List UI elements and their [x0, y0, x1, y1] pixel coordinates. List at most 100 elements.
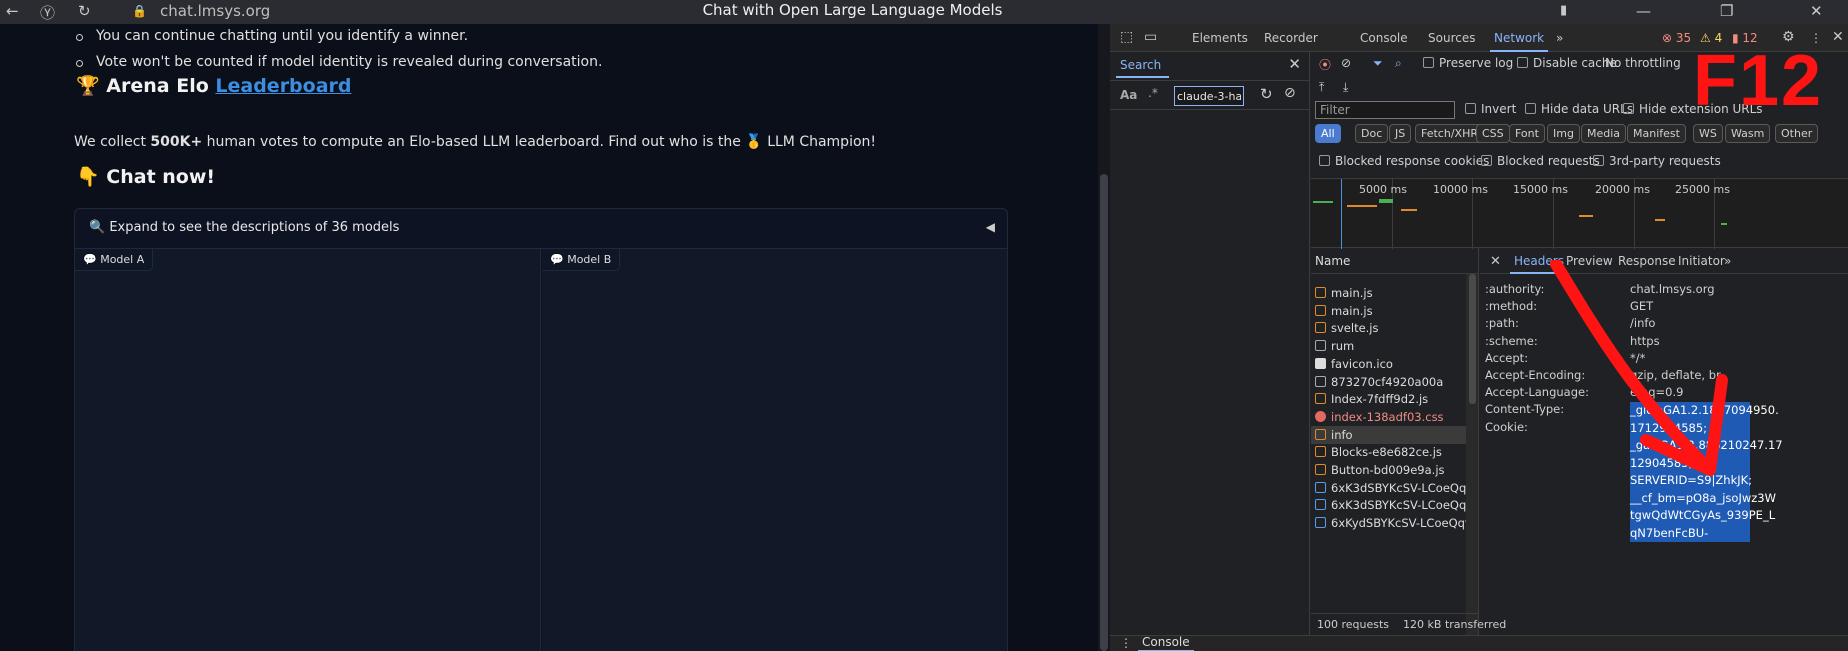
error-icon	[1315, 410, 1326, 422]
type-filter-fetch[interactable]: Fetch/XHR	[1415, 124, 1484, 143]
drawer-menu-icon[interactable]: ⋮	[1120, 636, 1132, 650]
invert-checkbox[interactable]: Invert	[1465, 102, 1516, 116]
request-row[interactable]: Blocks-e8e682ce.js	[1311, 443, 1466, 461]
bookmark-icon[interactable]: ▮	[1560, 3, 1567, 18]
tab-network[interactable]: Network	[1489, 31, 1549, 52]
disable-cache-checkbox[interactable]: Disable cache	[1517, 56, 1617, 70]
trophy-icon: 🏆	[76, 75, 100, 97]
request-row[interactable]: Button-bd009e9a.js	[1311, 461, 1466, 479]
header-key: :path:	[1485, 316, 1519, 331]
request-row[interactable]: svelte.js	[1311, 319, 1466, 337]
intro-paragraph: We collect 500K+ human votes to compute …	[74, 134, 877, 150]
request-row[interactable]: Index-7fdff9d2.js	[1311, 390, 1466, 408]
third-party-checkbox[interactable]: 3rd-party requests	[1593, 154, 1721, 168]
file-icon	[1315, 464, 1326, 475]
leaderboard-link[interactable]: Leaderboard	[215, 75, 351, 97]
name-column-header[interactable]: Name	[1311, 248, 1478, 274]
type-filter-doc[interactable]: Doc	[1355, 124, 1389, 143]
import-har-icon[interactable]: ⤒	[1319, 80, 1324, 95]
request-name: favicon.ico	[1331, 356, 1393, 371]
search-row: Aa .* ↻ ⊘	[1110, 80, 1310, 110]
tab-elements[interactable]: Elements	[1192, 31, 1248, 45]
regex-button[interactable]: .*	[1148, 86, 1158, 100]
record-icon[interactable]: ⦿	[1319, 56, 1331, 73]
status-bar: 100 requests 120 kB transferred	[1311, 613, 1506, 635]
console-drawer-tab[interactable]: Console	[1138, 635, 1194, 651]
filter-input[interactable]: Filter	[1315, 101, 1455, 119]
request-row[interactable]: rum	[1311, 337, 1466, 355]
search-tab[interactable]: Search	[1115, 58, 1170, 78]
request-row[interactable]: info	[1311, 425, 1466, 444]
search-drawer: Search ✕ Aa .* ↻ ⊘	[1110, 52, 1310, 635]
header-key: :authority:	[1485, 282, 1545, 296]
request-row[interactable]: 6xK3dSBYKcSV-LCoeQqfX1...	[1311, 479, 1466, 497]
hide-data-urls-checkbox[interactable]: Hide data URLs	[1525, 102, 1633, 116]
request-name: Button-bd009e9a.js	[1331, 463, 1445, 477]
type-filter-wasm[interactable]: Wasm	[1725, 124, 1771, 143]
tab-recorder[interactable]: Recorder	[1264, 31, 1318, 45]
match-case-button[interactable]: Aa	[1120, 88, 1137, 102]
timeline-label: 25000 ms	[1675, 183, 1730, 196]
request-name: info	[1331, 427, 1353, 442]
scroll-thumb[interactable]	[1100, 174, 1108, 651]
more-tabs-icon[interactable]: »	[1556, 31, 1563, 45]
collapse-triangle-icon[interactable]: ◀	[986, 220, 995, 234]
request-row[interactable]: 6xKydSBYKcSV-LCoeQqfX1R...	[1311, 514, 1466, 532]
error-badge[interactable]: ⊗ 35	[1662, 31, 1691, 45]
font-file-icon	[1315, 481, 1326, 493]
request-row[interactable]: 873270cf4920a00a	[1311, 373, 1466, 391]
request-name: 6xK3dSBYKcSV-LCoeQqfX1...	[1331, 480, 1466, 495]
accordion-header[interactable]: 🔍 Expand to see the descriptions of 36 m…	[75, 209, 1007, 249]
search-input[interactable]	[1174, 86, 1244, 106]
request-row[interactable]: main.js	[1311, 302, 1466, 320]
request-row[interactable]: 6xK3dSBYKcSV-LCoeQqfX1...	[1311, 496, 1466, 514]
throttling-select[interactable]: No throttling	[1605, 56, 1681, 70]
clear-log-icon[interactable]: ⊘	[1341, 56, 1351, 70]
search-network-icon[interactable]: ⌕	[1395, 56, 1402, 71]
close-detail-icon[interactable]: ✕	[1490, 254, 1501, 269]
type-filter-other[interactable]: Other	[1775, 124, 1819, 143]
tab-console[interactable]: Console	[1360, 31, 1408, 45]
f12-annotation: F12	[1693, 41, 1824, 121]
cookie-line: __cf_bm=pO8a_jsoJwz3W	[1630, 489, 1776, 507]
header-key: Cookie:	[1485, 419, 1528, 434]
header-key: :method:	[1485, 299, 1538, 314]
type-filter-css[interactable]: CSS	[1476, 124, 1510, 143]
file-icon	[1315, 393, 1326, 405]
type-filter-all[interactable]: All	[1315, 124, 1341, 143]
request-row[interactable]: main.js	[1311, 284, 1466, 302]
inspect-icon[interactable]: ⬚	[1120, 29, 1133, 45]
type-filter-ws[interactable]: WS	[1693, 124, 1723, 143]
blocked-requests-checkbox[interactable]: Blocked requests	[1481, 154, 1600, 168]
close-search-icon[interactable]: ✕	[1288, 55, 1301, 73]
type-filter-js[interactable]: JS	[1389, 124, 1412, 143]
type-filter-img[interactable]: Img	[1547, 124, 1580, 143]
export-har-icon[interactable]: ⤓	[1343, 80, 1348, 95]
request-name: 6xK3dSBYKcSV-LCoeQqfX1...	[1331, 498, 1466, 513]
request-list-scrollbar[interactable]	[1466, 274, 1478, 635]
minimize-icon[interactable]: —	[1636, 2, 1651, 20]
model-descriptions-accordion[interactable]: 🔍 Expand to see the descriptions of 36 m…	[74, 208, 1008, 651]
network-timeline[interactable]: 5000 ms 10000 ms 15000 ms 20000 ms 25000…	[1311, 178, 1848, 249]
filter-icon[interactable]: ⏷	[1373, 56, 1383, 71]
file-icon	[1315, 375, 1326, 387]
page-scrollbar[interactable]	[1098, 24, 1110, 651]
blocked-cookies-checkbox[interactable]: Blocked response cookies	[1319, 154, 1489, 168]
file-icon	[1315, 304, 1326, 316]
type-filter-media[interactable]: Media	[1581, 124, 1627, 143]
type-filter-font[interactable]: Font	[1509, 124, 1545, 143]
close-window-icon[interactable]: ✕	[1810, 2, 1823, 20]
clear-search-icon[interactable]: ⊘	[1284, 85, 1296, 101]
medal-icon: 🥇	[745, 134, 763, 150]
close-devtools-icon[interactable]: ✕	[1832, 29, 1844, 45]
tab-sources[interactable]: Sources	[1428, 31, 1475, 45]
request-row[interactable]: favicon.ico	[1311, 355, 1466, 373]
restore-icon[interactable]: ❐	[1720, 2, 1733, 20]
request-row[interactable]: index-138adf03.css	[1311, 408, 1466, 426]
preserve-log-checkbox[interactable]: Preserve log	[1423, 56, 1513, 70]
device-toolbar-icon[interactable]: ▭	[1144, 29, 1157, 45]
refresh-search-icon[interactable]: ↻	[1260, 85, 1273, 103]
type-filter-manifest[interactable]: Manifest	[1627, 124, 1686, 143]
timeline-label: 5000 ms	[1359, 183, 1407, 196]
file-icon	[1315, 446, 1326, 458]
